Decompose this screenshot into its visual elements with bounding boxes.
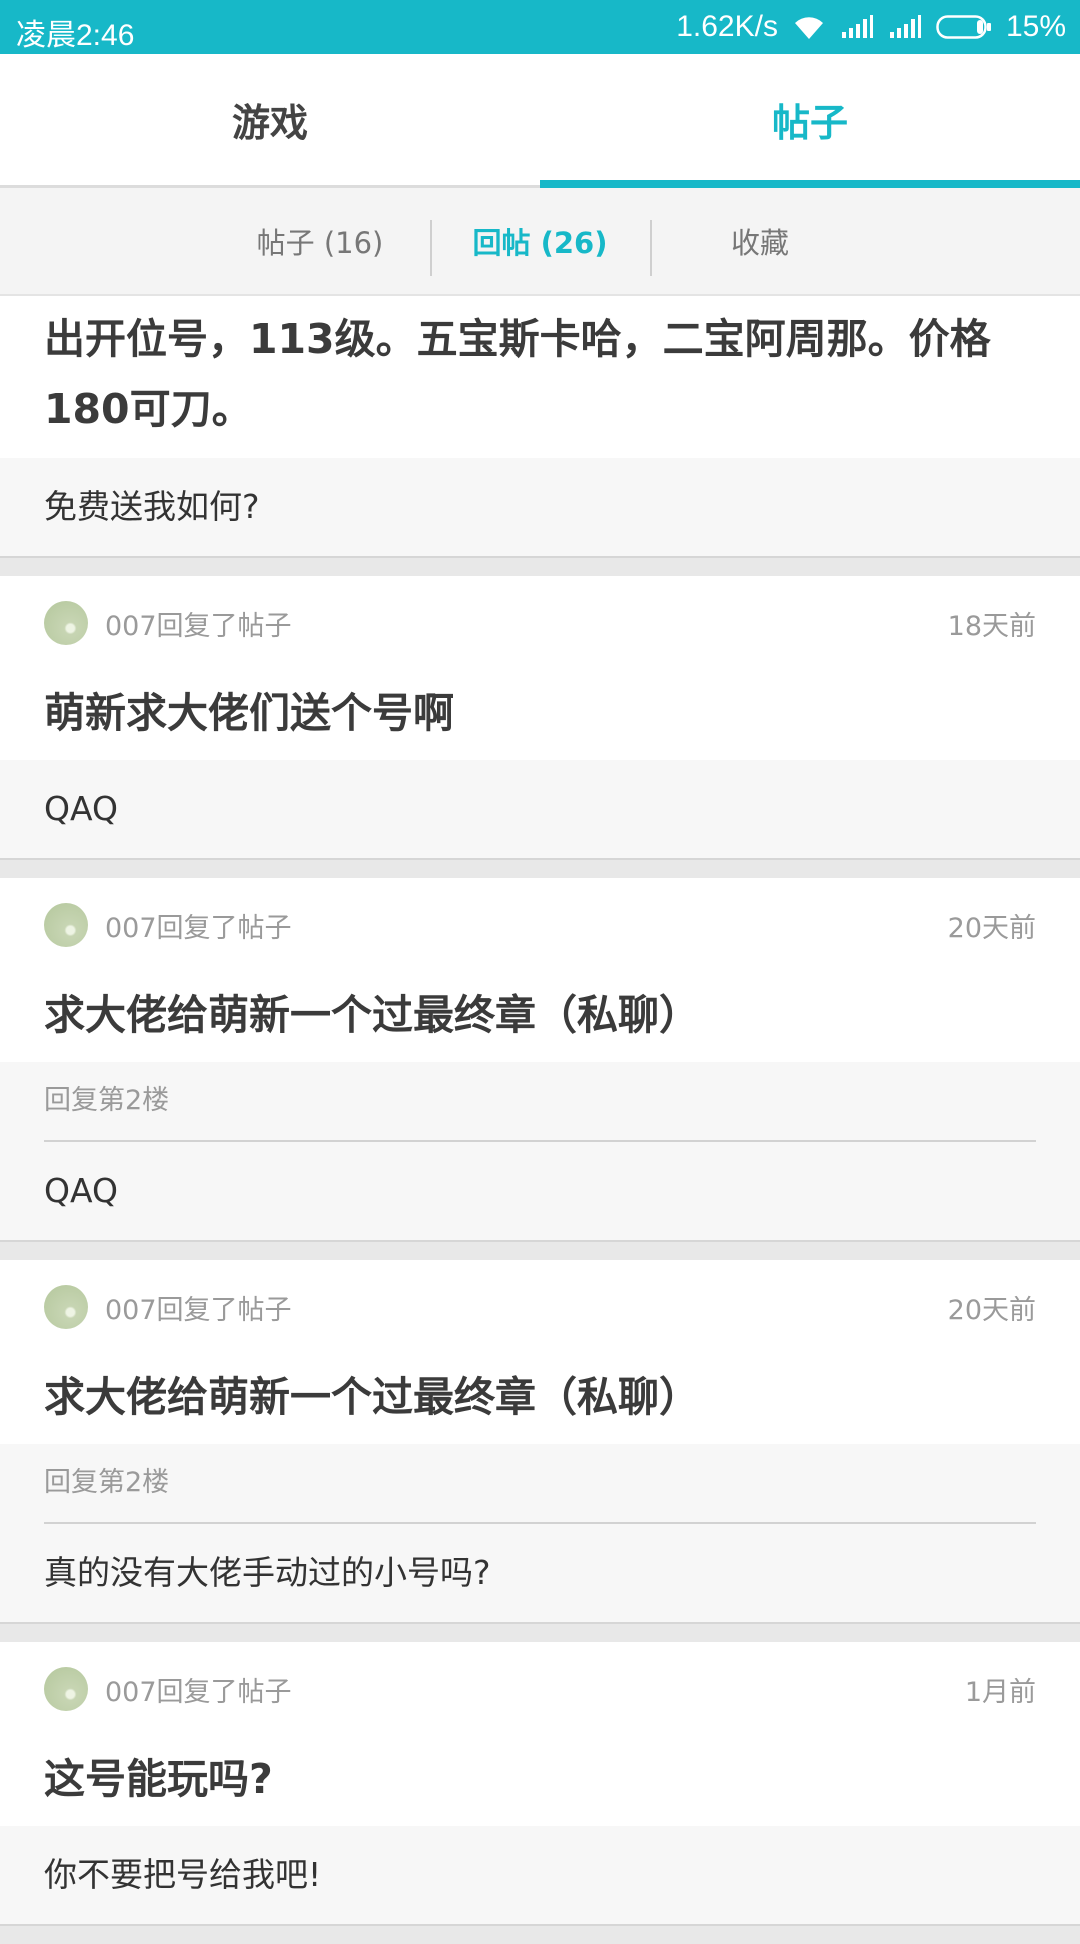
reply-floor: 回复第2楼 — [44, 1444, 1036, 1524]
reply-card[interactable]: 007回复了帖子 18天前 萌新求大佬们送个号啊 QAQ — [0, 576, 1080, 860]
reply-time: 18天前 — [947, 611, 1036, 642]
signal-icon-2 — [888, 14, 922, 40]
reply-text: 你不要把号给我吧! — [44, 1855, 322, 1894]
reply-floor: 回复第2楼 — [44, 1062, 1036, 1142]
battery-level: 15% — [1005, 10, 1066, 43]
signal-icon — [840, 14, 874, 40]
reply-box: 你不要把号给我吧! — [0, 1826, 1080, 1924]
post-title: 萌新求大佬们送个号啊 — [44, 689, 454, 737]
post-title: 这号能玩吗? — [44, 1755, 273, 1803]
reply-author: 007回复了帖子 — [105, 1295, 292, 1326]
battery-icon — [936, 14, 992, 40]
reply-card[interactable]: 007回复了帖子 1月前 这号能玩吗? 你不要把号给我吧! — [0, 1642, 1080, 1926]
avatar[interactable] — [44, 903, 88, 947]
reply-list: 出开位号，113级。五宝斯卡哈，二宝阿周那。价格180可刀。 免费送我如何? 0… — [0, 296, 1080, 1944]
subtab-favorites[interactable]: 收藏 — [650, 188, 870, 294]
reply-box: 回复第2楼 QAQ — [0, 1062, 1080, 1240]
status-bar: 凌晨2:46 1.62K/s 15% — [0, 0, 1080, 54]
reply-meta: 007回复了帖子 20天前 — [0, 1260, 1080, 1350]
reply-text: QAQ — [44, 1171, 118, 1210]
tab-posts-label: 帖子 — [771, 101, 848, 145]
reply-text: 免费送我如何? — [44, 487, 260, 526]
reply-text: QAQ — [44, 789, 118, 828]
active-tab-indicator — [540, 180, 1080, 188]
post-title: 求大佬给萌新一个过最终章（私聊） — [44, 991, 700, 1039]
status-time: 凌晨2:46 — [16, 19, 135, 52]
avatar[interactable] — [44, 1667, 88, 1711]
reply-text: 真的没有大佬手动过的小号吗? — [44, 1553, 491, 1592]
wifi-icon — [792, 13, 826, 41]
reply-meta: 007回复了帖子 1月前 — [0, 1642, 1080, 1732]
reply-box: QAQ — [0, 760, 1080, 858]
reply-author: 007回复了帖子 — [105, 1677, 292, 1708]
subtab-my-posts-label: 帖子 (16) — [256, 226, 384, 260]
post-title: 求大佬给萌新一个过最终章（私聊） — [44, 1373, 700, 1421]
subtab-favorites-label: 收藏 — [730, 226, 789, 260]
tab-posts[interactable]: 帖子 — [540, 54, 1080, 188]
subtab-replies[interactable]: 回帖 (26) — [430, 188, 650, 294]
top-tab-bar: 游戏 帖子 — [0, 54, 1080, 188]
reply-meta: 007回复了帖子 20天前 — [0, 878, 1080, 968]
reply-box: 回复第2楼 真的没有大佬手动过的小号吗? — [0, 1444, 1080, 1622]
avatar[interactable] — [44, 601, 88, 645]
reply-time: 20天前 — [947, 913, 1036, 944]
subtab-my-posts[interactable]: 帖子 (16) — [210, 188, 430, 294]
subtab-replies-label: 回帖 (26) — [472, 226, 608, 260]
reply-time: 1月前 — [964, 1677, 1036, 1708]
reply-meta: 007回复了帖子 18天前 — [0, 576, 1080, 666]
tab-games-label: 游戏 — [231, 101, 308, 145]
reply-author: 007回复了帖子 — [105, 611, 292, 642]
reply-time: 20天前 — [947, 1295, 1036, 1326]
sub-tab-bar: 帖子 (16) 回帖 (26) 收藏 — [0, 188, 1080, 296]
reply-card[interactable]: 007回复了帖子 20天前 求大佬给萌新一个过最终章（私聊） 回复第2楼 QAQ — [0, 878, 1080, 1242]
reply-card[interactable]: 007回复了帖子 20天前 求大佬给萌新一个过最终章（私聊） 回复第2楼 真的没… — [0, 1260, 1080, 1624]
tab-games[interactable]: 游戏 — [0, 54, 540, 185]
reply-card[interactable]: 出开位号，113级。五宝斯卡哈，二宝阿周那。价格180可刀。 免费送我如何? — [0, 296, 1080, 558]
avatar[interactable] — [44, 1285, 88, 1329]
network-speed: 1.62K/s — [676, 10, 778, 43]
reply-box: 免费送我如何? — [0, 458, 1080, 556]
reply-author: 007回复了帖子 — [105, 913, 292, 944]
post-title: 出开位号，113级。五宝斯卡哈，二宝阿周那。价格180可刀。 — [44, 315, 991, 433]
status-icons: 1.62K/s 15% — [676, 8, 1066, 46]
